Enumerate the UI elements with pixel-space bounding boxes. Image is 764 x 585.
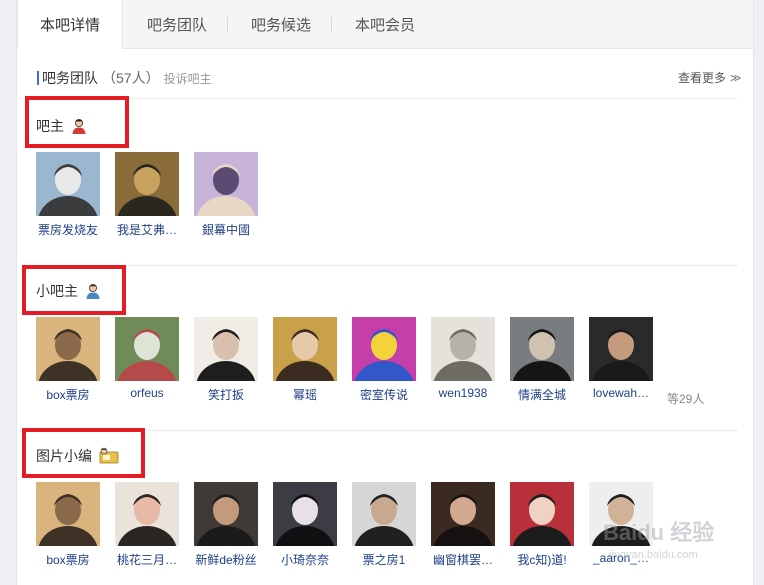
avatar[interactable] [273,482,337,546]
avatar[interactable] [36,152,100,216]
team-count: （57人） [102,70,160,86]
avatar[interactable] [194,482,258,546]
member-name[interactable]: 幂瑶 [265,386,345,403]
more-count[interactable]: 等29人 [667,390,704,407]
avatar[interactable] [431,317,495,381]
member-name[interactable]: 桃花三月… [107,551,187,568]
avatar[interactable] [36,482,100,546]
team-header: 吧务团队 （57人） 投诉吧主 [37,67,212,89]
see-more-link[interactable]: 查看更多 >> [677,69,741,86]
avatar[interactable] [194,317,258,381]
member-name[interactable]: orfeus [107,386,187,400]
avatar[interactable] [510,482,574,546]
bar-info-panel: 本吧详情 吧务团队 吧务候选 本吧会员 吧务团队 （57人） 投诉吧主 查看更多 >>… [16,0,754,585]
tab-divider [227,17,228,33]
member-name[interactable]: 小琦奈奈 [265,551,345,568]
member-name[interactable]: box票房 [28,386,108,403]
highlight-box [22,265,126,315]
member-name[interactable]: 笑打扳 [186,386,266,403]
avatar[interactable] [352,317,416,381]
member-name[interactable]: lovewah… [581,386,661,400]
tab-divider [331,17,332,33]
avatar[interactable] [352,482,416,546]
avatar[interactable] [115,152,179,216]
avatar[interactable] [194,152,258,216]
team-title: 吧务团队 [42,70,98,86]
member-name[interactable]: 我c知)道! [502,551,582,568]
member-name[interactable]: 情满全城 [502,386,582,403]
member-name[interactable]: wen1938 [423,386,503,400]
member-name[interactable]: 密室传说 [344,386,424,403]
divider [25,98,737,99]
tab-bar: 本吧详情 吧务团队 吧务候选 本吧会员 [17,0,753,49]
avatar[interactable] [431,482,495,546]
member-name[interactable]: 我是艾弗… [107,221,187,238]
tab-details[interactable]: 本吧详情 [17,0,123,49]
divider [25,265,737,266]
chevron-right-icon: >> [729,71,741,85]
avatar[interactable] [510,317,574,381]
member-name[interactable]: 幽窗棋罢… [423,551,503,568]
member-name[interactable]: 票房发烧友 [28,221,108,238]
tab-members[interactable]: 本吧会员 [337,0,433,48]
see-more-label: 查看更多 [677,71,726,85]
avatar[interactable] [589,482,653,546]
tab-team[interactable]: 吧务团队 [129,0,225,48]
member-name[interactable]: box票房 [28,551,108,568]
member-name[interactable]: 銀幕中國 [186,221,266,238]
avatar[interactable] [115,482,179,546]
tab-candidates[interactable]: 吧务候选 [233,0,329,48]
avatar[interactable] [589,317,653,381]
member-name[interactable]: _aaron_… [581,551,661,565]
highlight-box [22,428,145,478]
accent-bar [37,71,39,85]
highlight-box [25,96,129,148]
avatar[interactable] [36,317,100,381]
avatar[interactable] [273,317,337,381]
avatar[interactable] [115,317,179,381]
report-owner-link[interactable]: 投诉吧主 [164,72,212,86]
member-name[interactable]: 票之房1 [344,551,424,568]
member-name[interactable]: 新鲜de粉丝 [186,551,266,568]
